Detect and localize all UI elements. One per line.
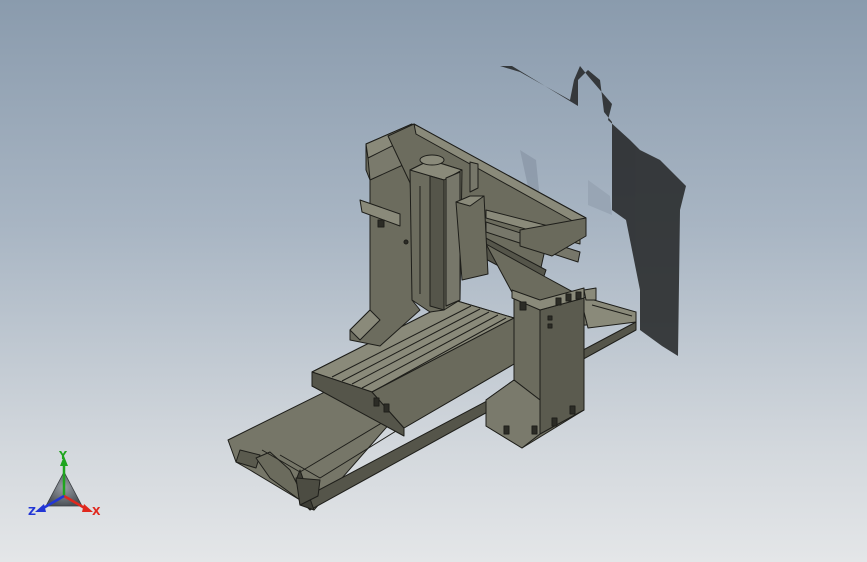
triad-z-label: Z: [28, 505, 36, 518]
triad-y-label: Y: [59, 449, 67, 462]
cnc-gantry-model[interactable]: [0, 0, 867, 562]
spindle-head[interactable]: [409, 154, 489, 313]
view-orientation-triad[interactable]: Y X Z: [22, 448, 112, 528]
graphics-viewport[interactable]: Y X Z: [0, 0, 867, 562]
triad-x-label: X: [92, 505, 101, 518]
